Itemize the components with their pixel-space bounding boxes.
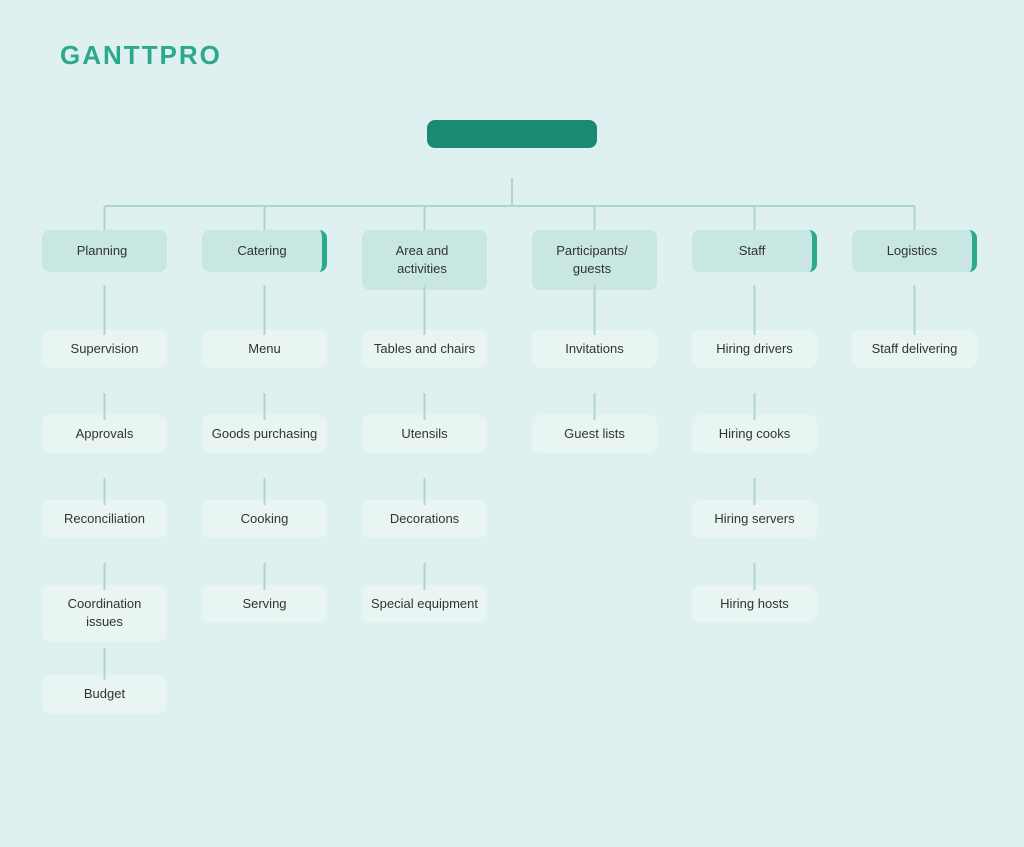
child-node: Serving (202, 585, 327, 623)
child-node: Goods purchasing (202, 415, 327, 453)
child-node: Budget (42, 675, 167, 713)
child-node: Approvals (42, 415, 167, 453)
chart-wrapper: Planning Supervision Approvals Reconciliati… (32, 110, 992, 830)
child-node: Hiring hosts (692, 585, 817, 623)
logo: GANTTPRO (60, 40, 222, 71)
child-node: Menu (202, 330, 327, 368)
child-node: Hiring drivers (692, 330, 817, 368)
child-node: Hiring servers (692, 500, 817, 538)
level1-node-planning: Planning (42, 230, 167, 272)
child-node: Hiring cooks (692, 415, 817, 453)
level1-node-logistics: Logistics (852, 230, 977, 272)
level1-node-catering: Catering (202, 230, 327, 272)
child-node: Staff delivering (852, 330, 977, 368)
child-node: Tables and chairs (362, 330, 487, 368)
child-node: Special equipment (362, 585, 487, 623)
level1-node-staff: Staff (692, 230, 817, 272)
child-node: Decorations (362, 500, 487, 538)
level1-node-participants: Participants/ guests (532, 230, 657, 290)
child-node: Coordination issues (42, 585, 167, 641)
chart-container: Planning Supervision Approvals Reconciliati… (0, 110, 1024, 837)
child-node: Reconciliation (42, 500, 167, 538)
root-node (427, 120, 597, 148)
connectors-svg (32, 110, 992, 830)
child-node: Invitations (532, 330, 657, 368)
child-node: Cooking (202, 500, 327, 538)
child-node: Utensils (362, 415, 487, 453)
child-node: Guest lists (532, 415, 657, 453)
level1-node-area-activities: Area and activities (362, 230, 487, 290)
child-node: Supervision (42, 330, 167, 368)
